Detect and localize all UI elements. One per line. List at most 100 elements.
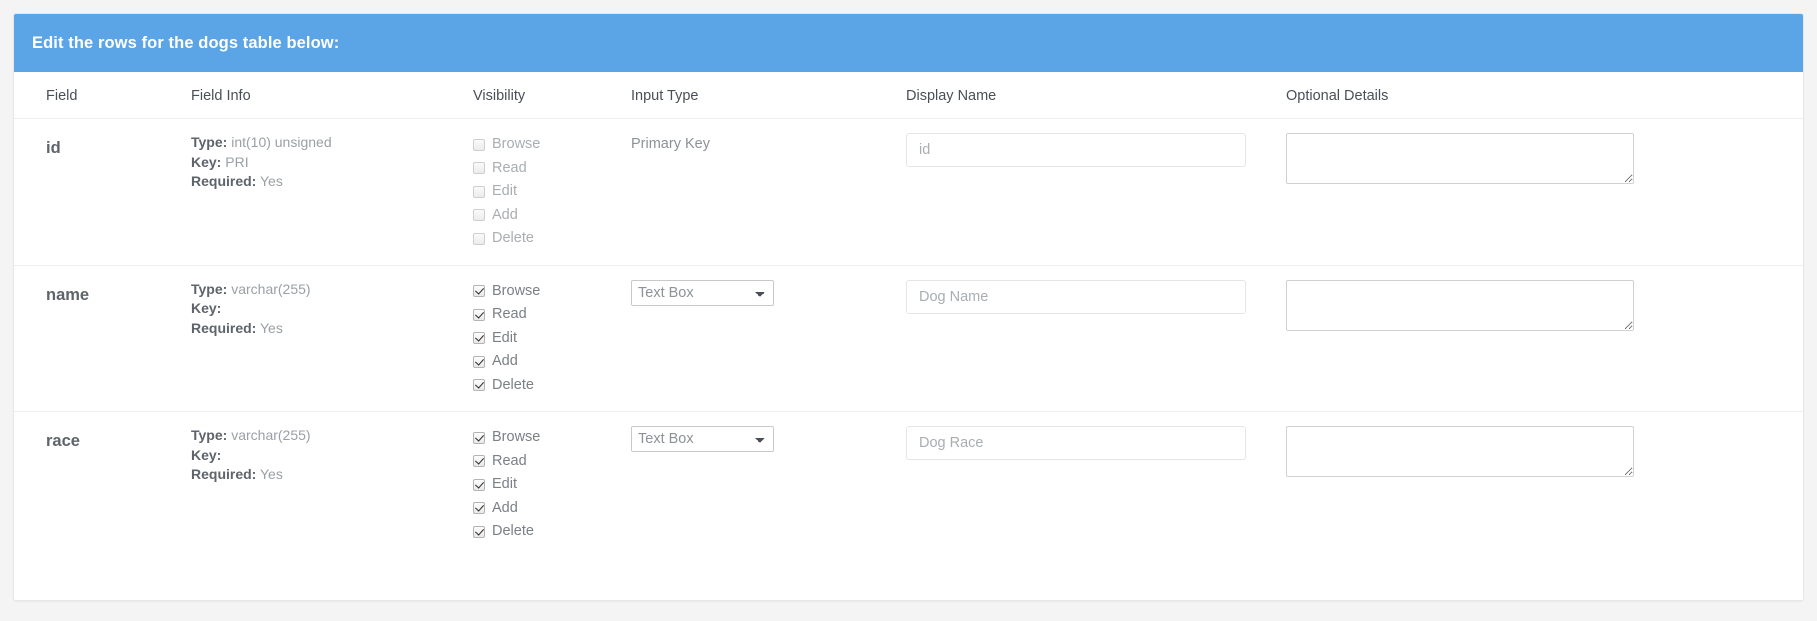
checkbox-edit-label: Edit — [492, 476, 517, 492]
field-info-required-label: Required: — [191, 173, 257, 189]
rows-table: Field Field Info Visibility Input Type D… — [14, 72, 1803, 558]
checkbox-read-label: Read — [492, 306, 527, 322]
visibility-checkbox-list: Browse Read Edit Add Delete — [473, 280, 611, 398]
optional-details-textarea[interactable] — [1286, 426, 1634, 477]
visibility-option-edit[interactable]: Edit — [473, 327, 611, 351]
checkbox-browse-label: Browse — [492, 282, 541, 299]
visibility-option-edit[interactable]: Edit — [473, 473, 611, 497]
table-header-row: Field Field Info Visibility Input Type D… — [14, 72, 1803, 119]
field-info-type-value: varchar(255) — [231, 427, 311, 443]
field-info-type-label: Type: — [191, 427, 228, 443]
field-info-type-value: varchar(255) — [231, 280, 311, 297]
visibility-option-browse: Browse — [473, 133, 611, 157]
field-info-type: Type: varchar(255) — [191, 280, 453, 300]
field-info-required-value: Yes — [259, 466, 283, 482]
row-field-cell: id — [14, 119, 181, 266]
visibility-option-delete: Delete — [473, 227, 611, 251]
row-optional-details-cell — [1276, 119, 1803, 266]
field-info-required: Required: Yes — [191, 319, 453, 339]
visibility-option-read[interactable]: Read — [473, 450, 611, 474]
row-field-info-cell: Type: varchar(255) Key: Required: Yes — [181, 264, 463, 412]
checkbox-add-icon[interactable] — [473, 502, 485, 515]
checkbox-edit-icon[interactable] — [473, 478, 485, 491]
field-info-required: Required: Yes — [191, 172, 453, 192]
checkbox-read-label: Read — [492, 452, 527, 469]
table-head: Field Field Info Visibility Input Type D… — [14, 72, 1803, 119]
field-info-key-label: Key: — [191, 446, 222, 463]
field-info-key-label: Key: — [191, 153, 222, 170]
visibility-option-add[interactable]: Add — [473, 497, 611, 521]
row-field-info-cell: Type: int(10) unsigned Key: PRI Required: … — [181, 119, 463, 266]
visibility-option-add: Add — [473, 204, 611, 228]
checkbox-add-icon[interactable] — [473, 355, 485, 368]
checkbox-delete-label: Delete — [492, 230, 534, 246]
field-name: id — [46, 139, 61, 157]
checkbox-edit-label: Edit — [492, 329, 517, 346]
checkbox-add-label: Add — [492, 353, 518, 369]
row-input-type-cell: Text Box — [621, 264, 896, 412]
card-header: Edit the rows for the dogs table below: — [14, 14, 1803, 72]
field-name: name — [46, 285, 90, 304]
checkbox-read-icon[interactable] — [473, 455, 485, 468]
field-info-key: Key: — [191, 299, 453, 319]
field-info-type: Type: varchar(255) — [191, 426, 453, 446]
field-info-key-label: Key: — [191, 300, 222, 316]
checkbox-edit-icon — [473, 185, 485, 198]
column-header-input-type: Input Type — [621, 72, 896, 119]
checkbox-browse-icon — [473, 138, 485, 151]
checkbox-browse-icon[interactable] — [473, 285, 485, 298]
rows-editor-card: Edit the rows for the dogs table below: … — [13, 13, 1804, 601]
column-header-visibility: Visibility — [463, 72, 621, 119]
visibility-option-read: Read — [473, 157, 611, 181]
field-info-key: Key: — [191, 446, 453, 466]
display-name-input[interactable] — [906, 279, 1246, 314]
visibility-option-edit: Edit — [473, 180, 611, 204]
checkbox-add-label: Add — [492, 206, 518, 223]
table-body: id Type: int(10) unsigned Key: PRI Required… — [14, 119, 1803, 558]
optional-details-textarea[interactable] — [1286, 279, 1634, 331]
row-visibility-cell: Browse Read Edit Add Delete — [463, 119, 621, 266]
input-type-select[interactable]: Text Box — [631, 426, 774, 452]
input-type-select[interactable]: Text Box — [631, 279, 774, 306]
row-optional-details-cell — [1276, 411, 1803, 558]
checkbox-read-icon — [473, 162, 485, 175]
visibility-option-read[interactable]: Read — [473, 303, 611, 327]
checkbox-delete-icon — [473, 232, 485, 245]
field-info-type-value: int(10) unsigned — [231, 134, 332, 150]
display-name-input[interactable] — [906, 426, 1246, 460]
page-root: Edit the rows for the dogs table below: … — [0, 0, 1817, 621]
visibility-option-browse[interactable]: Browse — [473, 426, 611, 450]
visibility-checkbox-list: Browse Read Edit Add Delete — [473, 426, 611, 544]
checkbox-read-icon[interactable] — [473, 308, 485, 321]
field-info-key-value: PRI — [225, 153, 249, 170]
visibility-option-delete[interactable]: Delete — [473, 374, 611, 398]
field-info-type-label: Type: — [191, 134, 228, 150]
visibility-option-browse[interactable]: Browse — [473, 280, 611, 304]
row-field-cell: race — [14, 411, 181, 558]
visibility-option-delete[interactable]: Delete — [473, 520, 611, 544]
visibility-option-add[interactable]: Add — [473, 350, 611, 374]
row-field-info-cell: Type: varchar(255) Key: Required: Yes — [181, 411, 463, 558]
checkbox-edit-icon[interactable] — [473, 332, 485, 345]
column-header-display-name: Display Name — [896, 72, 1276, 119]
row-input-type-cell: Primary Key — [621, 119, 896, 266]
field-info-type: Type: int(10) unsigned — [191, 133, 453, 153]
field-info-required-value: Yes — [259, 173, 283, 189]
checkbox-delete-icon[interactable] — [473, 525, 485, 538]
checkbox-browse-icon[interactable] — [473, 431, 485, 444]
table-row: race Type: varchar(255) Key: Required: Yes… — [14, 411, 1803, 558]
column-header-field-info: Field Info — [181, 72, 463, 119]
field-name: race — [46, 432, 80, 450]
field-info-type-label: Type: — [191, 280, 228, 297]
row-display-name-cell — [896, 119, 1276, 266]
input-type-static-text: Primary Key — [631, 136, 710, 152]
optional-details-textarea[interactable] — [1286, 133, 1634, 184]
column-header-field: Field — [14, 72, 181, 119]
checkbox-add-label: Add — [492, 499, 518, 516]
row-display-name-cell — [896, 264, 1276, 412]
row-visibility-cell: Browse Read Edit Add Delete — [463, 411, 621, 558]
table-row: name Type: varchar(255) Key: Required: Yes… — [14, 264, 1803, 412]
checkbox-browse-label: Browse — [492, 429, 541, 445]
checkbox-delete-icon[interactable] — [473, 379, 485, 392]
display-name-input[interactable] — [906, 133, 1246, 167]
